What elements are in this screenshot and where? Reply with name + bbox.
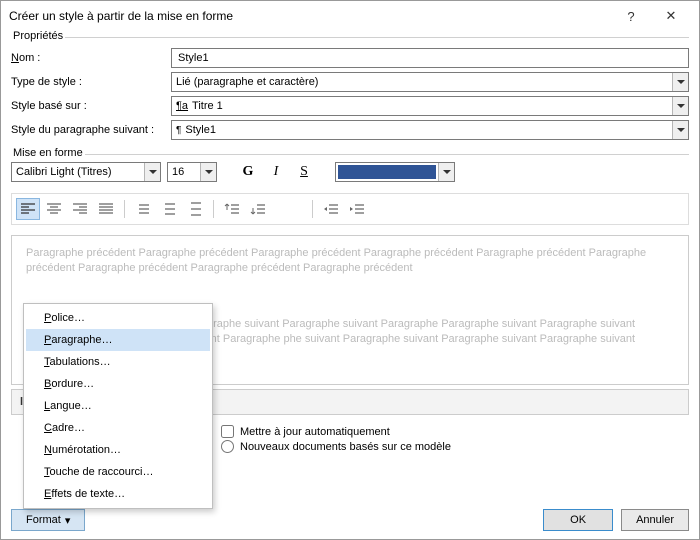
cancel-button[interactable]: Annuler bbox=[621, 509, 689, 531]
preview-prev-para: Paragraphe précédent Paragraphe précéden… bbox=[26, 246, 674, 277]
space-before-decr-button[interactable] bbox=[246, 198, 270, 220]
titlebar: Créer un style à partir de la mise en fo… bbox=[1, 1, 699, 31]
paragraph-mark-icon: ¶a bbox=[176, 100, 188, 112]
style-type-label: Type de style : bbox=[11, 76, 171, 88]
italic-button[interactable]: I bbox=[265, 161, 287, 183]
ok-button[interactable]: OK bbox=[543, 509, 613, 531]
footer: Format▾ OK Annuler bbox=[11, 509, 689, 531]
paragraph-mark-icon: ¶ bbox=[176, 125, 181, 136]
properties-label: Propriétés bbox=[11, 30, 65, 42]
menu-item-language[interactable]: Langue… bbox=[26, 395, 210, 417]
chevron-down-icon[interactable] bbox=[200, 163, 216, 181]
properties-panel: Nom : Type de style : Lié (paragraphe et… bbox=[1, 38, 699, 146]
format-menu: Police… Paragraphe… Tabulations… Bordure… bbox=[23, 303, 213, 509]
font-color-combo[interactable] bbox=[335, 162, 455, 182]
font-size-combo[interactable]: 16 bbox=[167, 162, 217, 182]
menu-item-texteffects[interactable]: Effets de texte… bbox=[26, 483, 210, 505]
space-before-incr-button[interactable] bbox=[220, 198, 244, 220]
menu-item-paragraph[interactable]: Paragraphe… bbox=[26, 329, 210, 351]
format-button[interactable]: Format▾ bbox=[11, 509, 85, 531]
based-on-label: Style basé sur : bbox=[11, 100, 171, 112]
menu-item-border[interactable]: Bordure… bbox=[26, 373, 210, 395]
indent-increase-button[interactable] bbox=[345, 198, 369, 220]
caret-down-icon: ▾ bbox=[65, 514, 71, 527]
align-justify-button[interactable] bbox=[94, 198, 118, 220]
name-label: Nom : bbox=[11, 52, 171, 64]
chevron-down-icon[interactable] bbox=[672, 97, 688, 115]
formatting-panel: Calibri Light (Titres) 16 G I S bbox=[1, 155, 699, 235]
new-docs-radio[interactable]: Nouveaux documents basés sur ce modèle bbox=[221, 440, 689, 453]
chevron-down-icon[interactable] bbox=[672, 121, 688, 139]
next-style-label: Style du paragraphe suivant : bbox=[11, 124, 171, 136]
auto-update-checkbox[interactable]: Mettre à jour automatiquement bbox=[221, 425, 689, 438]
name-input[interactable] bbox=[171, 48, 689, 68]
align-left-button[interactable] bbox=[16, 198, 40, 220]
menu-item-numbering[interactable]: Numérotation… bbox=[26, 439, 210, 461]
style-type-combo[interactable]: Lié (paragraphe et caractère) bbox=[171, 72, 689, 92]
chevron-down-icon[interactable] bbox=[144, 163, 160, 181]
line-spacing-15-button[interactable] bbox=[157, 198, 181, 220]
indent-decrease-button[interactable] bbox=[319, 198, 343, 220]
font-combo[interactable]: Calibri Light (Titres) bbox=[11, 162, 161, 182]
next-style-combo[interactable]: ¶ Style1 bbox=[171, 120, 689, 140]
menu-item-frame[interactable]: Cadre… bbox=[26, 417, 210, 439]
formatting-label: Mise en forme bbox=[11, 147, 85, 159]
based-on-combo[interactable]: ¶a Titre 1 bbox=[171, 96, 689, 116]
color-swatch bbox=[338, 165, 436, 179]
menu-item-tabs[interactable]: Tabulations… bbox=[26, 351, 210, 373]
align-right-button[interactable] bbox=[68, 198, 92, 220]
help-button[interactable]: ? bbox=[611, 1, 651, 31]
align-center-button[interactable] bbox=[42, 198, 66, 220]
line-spacing-1-button[interactable] bbox=[131, 198, 155, 220]
line-spacing-2-button[interactable] bbox=[183, 198, 207, 220]
window-title: Créer un style à partir de la mise en fo… bbox=[9, 9, 611, 23]
underline-button[interactable]: S bbox=[293, 161, 315, 183]
menu-item-shortcut[interactable]: Touche de raccourci… bbox=[26, 461, 210, 483]
chevron-down-icon[interactable] bbox=[438, 163, 454, 181]
menu-item-font[interactable]: Police… bbox=[26, 307, 210, 329]
paragraph-toolbar bbox=[11, 193, 689, 225]
bold-button[interactable]: G bbox=[237, 161, 259, 183]
chevron-down-icon[interactable] bbox=[672, 73, 688, 91]
close-button[interactable]: ✕ bbox=[651, 1, 691, 31]
